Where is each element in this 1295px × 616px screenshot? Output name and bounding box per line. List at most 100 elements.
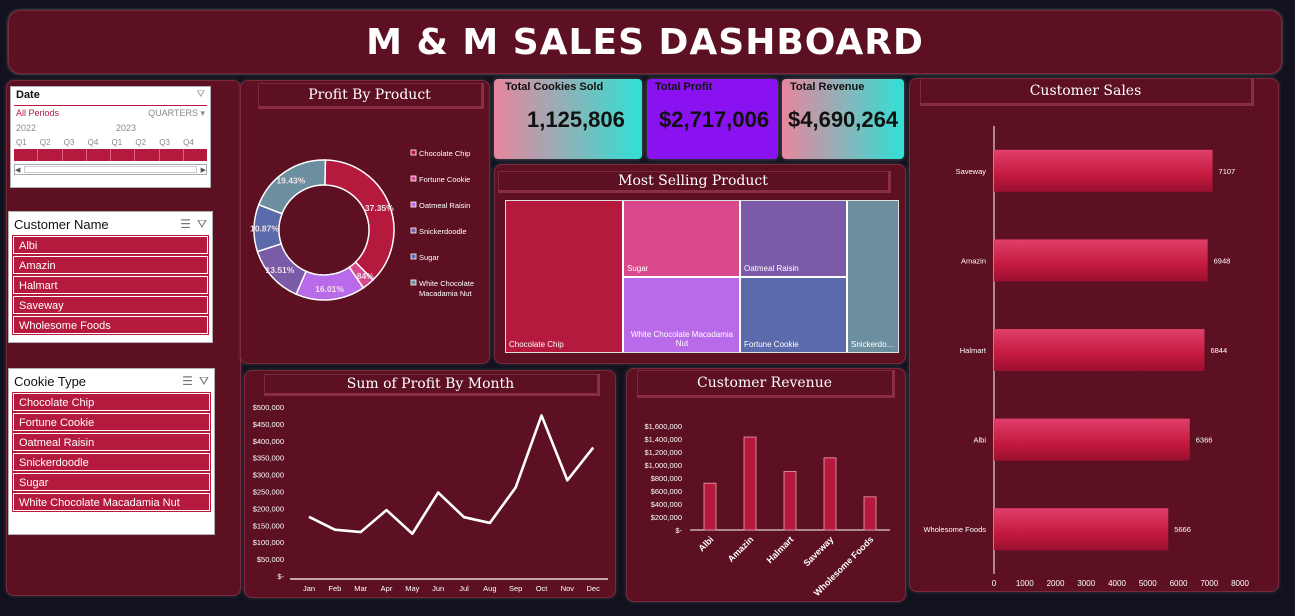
- pie-data-label: 19.43%: [276, 176, 305, 186]
- date-slicer[interactable]: Date ⛛ All Periods QUARTERS ▾ 2022 2023 …: [10, 86, 211, 188]
- granularity-select[interactable]: QUARTERS ▾: [148, 108, 205, 119]
- all-periods-label: All Periods: [16, 108, 60, 118]
- cookie-slicer-item[interactable]: Snickerdoodle: [12, 452, 211, 472]
- y-tick-label: $150,000: [253, 521, 284, 530]
- bar: [863, 496, 877, 531]
- quarter-label: Q3: [159, 138, 170, 147]
- treemap-tile-snickerdoodle[interactable]: Snickerdo…: [848, 201, 898, 352]
- kpi-total-cookies: Total Cookies Sold 1,125,806: [494, 79, 642, 159]
- multi-select-icon[interactable]: ☰: [182, 374, 193, 389]
- y-tick-label: $50,000: [257, 555, 284, 564]
- data-label: 7107: [1219, 167, 1236, 176]
- data-label: 6366: [1196, 436, 1213, 445]
- bar: [994, 508, 1169, 551]
- x-tick-label: Nov: [561, 584, 575, 593]
- y-tick-label: $1,600,000: [644, 422, 682, 431]
- legend-label: White Chocolate: [419, 279, 474, 288]
- scroll-left-icon[interactable]: ◀: [15, 166, 20, 174]
- x-tick-label: Sep: [509, 584, 522, 593]
- legend-label: Macadamia Nut: [419, 289, 472, 298]
- x-tick-label: May: [405, 584, 419, 593]
- x-tick-label: Aug: [483, 584, 496, 593]
- profit-line: [308, 414, 595, 536]
- y-tick-label: $400,000: [253, 437, 284, 446]
- customer-slicer-item[interactable]: Saveway: [12, 295, 209, 315]
- x-tick-label: Apr: [381, 584, 393, 593]
- kpi-profit-label: Total Profit: [655, 81, 713, 93]
- y-tick-label: $1,400,000: [644, 435, 682, 444]
- x-tick-label: 1000: [1016, 579, 1034, 588]
- y-tick-label: $100,000: [253, 538, 284, 547]
- customer-slicer-item[interactable]: Amazin: [12, 255, 209, 275]
- legend-label: Fortune Cookie: [419, 175, 470, 184]
- pie-data-label: 10.87%: [250, 223, 279, 233]
- cookie-type-slicer[interactable]: Cookie Type ☰ ⛛ Chocolate Chip Fortune Co…: [8, 368, 215, 535]
- legend-swatch: [410, 279, 417, 286]
- cookie-slicer-item[interactable]: Chocolate Chip: [12, 392, 211, 412]
- x-tick-label: Albi: [696, 534, 715, 553]
- y-tick-label: $400,000: [651, 500, 682, 509]
- y-tick-label: $-: [277, 572, 284, 581]
- date-slicer-label: Date: [16, 89, 40, 101]
- quarter-label: Q2: [135, 138, 147, 147]
- pie-data-label: 13.51%: [266, 265, 295, 275]
- quarter-label: Q3: [63, 138, 75, 147]
- bar: [703, 482, 717, 531]
- treemap-tile-chocolate-chip[interactable]: Chocolate Chip: [506, 201, 623, 352]
- quarter-label: Q1: [111, 138, 123, 147]
- kpi-profit-value: $2,717,006: [659, 107, 770, 132]
- treemap-label: Sugar: [627, 264, 649, 273]
- bar: [994, 329, 1205, 371]
- legend-swatch: [410, 175, 417, 182]
- customer-slicer-items: Albi Amazin Halmart Saveway Wholesome Foods: [9, 235, 212, 335]
- legend-swatch: [410, 253, 417, 260]
- x-tick-label: Saveway: [801, 534, 835, 568]
- y-tick-label: $200,000: [651, 513, 682, 522]
- customer-name-slicer[interactable]: Customer Name ☰ ⛛ Albi Amazin Halmart Savew…: [8, 211, 213, 343]
- kpi-revenue-label: Total Revenue: [790, 81, 865, 93]
- legend-label: Sugar: [419, 253, 440, 262]
- timeline-bar[interactable]: [14, 149, 207, 161]
- year-label-2022: 2022: [16, 123, 37, 133]
- clear-filter-icon[interactable]: ⛛: [197, 217, 207, 232]
- cookie-slicer-item[interactable]: Sugar: [12, 472, 211, 492]
- treemap-tile-sugar[interactable]: Sugar: [624, 201, 740, 277]
- treemap-tile-oatmeal-raisin[interactable]: Oatmeal Raisin: [741, 201, 847, 277]
- y-tick-label: $-: [675, 526, 682, 535]
- quarter-label: Q4: [87, 138, 99, 147]
- y-tick-label: $200,000: [253, 504, 284, 513]
- legend-swatch: [410, 149, 417, 156]
- cookie-slicer-item[interactable]: White Chocolate Macadamia Nut: [12, 492, 211, 512]
- y-tick-label: $1,000,000: [644, 461, 682, 470]
- clear-filter-icon[interactable]: ⛛: [199, 374, 209, 389]
- bar: [823, 457, 837, 531]
- timeline-scrollbar[interactable]: ◀ ▶: [14, 164, 207, 175]
- y-tick-label: $350,000: [253, 454, 284, 463]
- cookie-slicer-label: Cookie Type: [14, 374, 87, 389]
- treemap-tile-fortune-cookie[interactable]: Fortune Cookie: [741, 278, 847, 352]
- x-tick-label: Mar: [354, 584, 367, 593]
- cookie-slicer-item[interactable]: Fortune Cookie: [12, 412, 211, 432]
- cookie-slicer-item[interactable]: Oatmeal Raisin: [12, 432, 211, 452]
- customer-slicer-label: Customer Name: [14, 217, 109, 232]
- clear-filter-icon[interactable]: ⛛: [197, 89, 205, 103]
- dashboard-title: M & M SALES DASHBOARD: [366, 21, 924, 63]
- y-tick-label: $450,000: [253, 420, 284, 429]
- customer-slicer-item[interactable]: Halmart: [12, 275, 209, 295]
- customer-slicer-item[interactable]: Albi: [12, 235, 209, 255]
- customer-sales-title: Customer Sales: [920, 78, 1254, 106]
- customer-slicer-item[interactable]: Wholesome Foods: [12, 315, 209, 335]
- kpi-cookies-value: 1,125,806: [527, 107, 625, 132]
- profit-by-product-title: Profit By Product: [258, 83, 484, 109]
- quarter-label: Q4: [183, 138, 194, 147]
- most-selling-title: Most Selling Product: [498, 171, 891, 193]
- category-label: Saveway: [956, 167, 987, 176]
- multi-select-icon[interactable]: ☰: [180, 217, 191, 232]
- x-tick-label: 2000: [1047, 579, 1065, 588]
- bar: [994, 239, 1208, 282]
- profit-by-product-chart: 37.35%2.84%16.01%13.51%10.87%19.43%Choco…: [250, 149, 474, 301]
- customer-revenue-title: Customer Revenue: [637, 370, 895, 398]
- treemap-tile-white-chocolate[interactable]: White Chocolate Macadamia Nut: [624, 278, 740, 352]
- scroll-right-icon[interactable]: ▶: [201, 166, 206, 174]
- kpi-cookies-label: Total Cookies Sold: [505, 81, 604, 93]
